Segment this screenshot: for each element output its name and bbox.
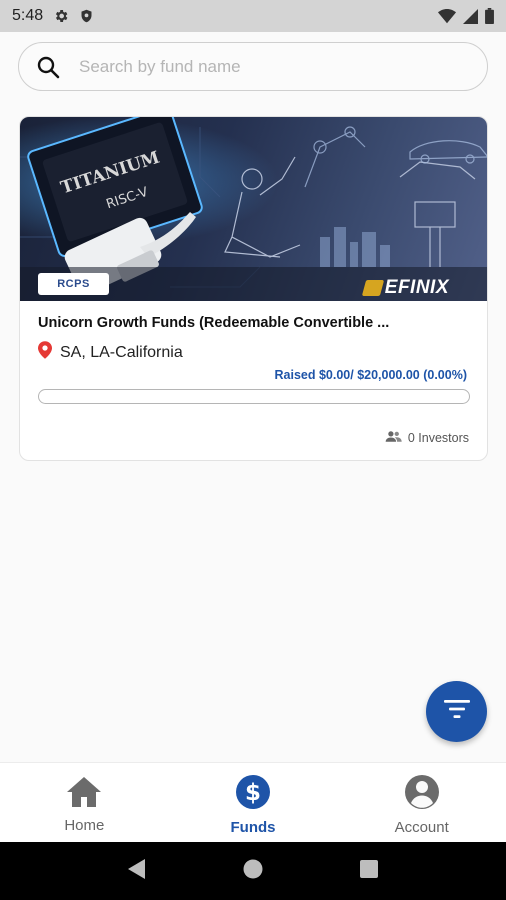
location-text: SA, LA-California bbox=[60, 343, 183, 361]
signal-icon bbox=[463, 8, 478, 24]
investors-count: 0 Investors bbox=[385, 430, 469, 446]
shield-icon bbox=[79, 8, 94, 24]
wifi-icon bbox=[438, 8, 456, 24]
battery-icon bbox=[485, 8, 494, 24]
efinix-logo: EFINIX bbox=[361, 277, 449, 299]
search-input[interactable] bbox=[79, 56, 459, 77]
fund-card[interactable]: TITANIUM RISC-V RCPS EFINIX Unicorn Grow… bbox=[19, 116, 488, 461]
home-circle-icon[interactable] bbox=[243, 859, 263, 884]
fund-banner-image: TITANIUM RISC-V RCPS EFINIX bbox=[20, 117, 487, 301]
status-bar: 5:48 bbox=[0, 0, 506, 32]
nav-home[interactable]: Home bbox=[0, 763, 169, 842]
nav-funds-label: Funds bbox=[230, 818, 276, 836]
funding-progress-bar bbox=[38, 389, 470, 404]
status-time: 5:48 bbox=[12, 7, 44, 24]
fund-location: SA, LA-California bbox=[38, 341, 183, 364]
people-icon bbox=[385, 430, 402, 446]
gear-icon bbox=[53, 8, 69, 24]
dollar-circle-icon: $ bbox=[235, 774, 271, 815]
filter-icon bbox=[443, 699, 470, 724]
efinix-logo-text: EFINIX bbox=[384, 277, 449, 298]
investors-text: 0 Investors bbox=[407, 431, 469, 445]
nav-account-label: Account bbox=[394, 818, 449, 836]
efinix-logo-mark bbox=[361, 280, 384, 296]
raised-amount: Raised $0.00/ $20,000.00 (0.00%) bbox=[274, 368, 468, 382]
system-navigation-bar bbox=[0, 842, 506, 900]
bottom-navigation: Home $ Funds Account bbox=[0, 762, 506, 842]
fund-title: Unicorn Growth Funds (Redeemable Convert… bbox=[38, 315, 390, 331]
search-icon bbox=[35, 54, 61, 80]
location-pin-icon bbox=[38, 341, 52, 364]
account-circle-icon bbox=[404, 774, 440, 815]
home-icon bbox=[66, 776, 102, 813]
fund-type-badge: RCPS bbox=[38, 273, 109, 295]
back-icon[interactable] bbox=[128, 858, 146, 884]
filter-button[interactable] bbox=[426, 681, 487, 742]
nav-funds[interactable]: $ Funds bbox=[169, 763, 338, 842]
search-bar[interactable] bbox=[18, 42, 488, 91]
svg-text:$: $ bbox=[245, 780, 261, 806]
nav-account[interactable]: Account bbox=[337, 763, 506, 842]
nav-home-label: Home bbox=[64, 816, 105, 834]
recents-icon[interactable] bbox=[359, 859, 378, 883]
